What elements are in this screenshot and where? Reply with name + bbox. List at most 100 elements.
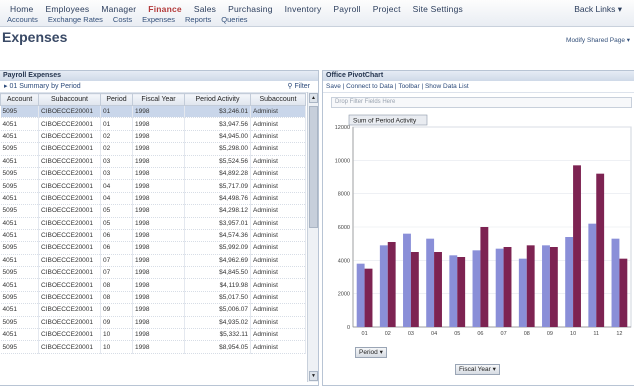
vertical-scrollbar[interactable]: ▲ ▼	[307, 92, 318, 382]
table-cell: Administ	[250, 241, 306, 255]
table-row[interactable]: 4051 CIBOECCE20001 02 1998 $4,945.00 Administ	[0, 130, 306, 144]
subnav-item-queries[interactable]: Queries	[216, 15, 252, 24]
table-cell: 10	[100, 328, 133, 342]
table-row[interactable]: 4051 CIBOECCE20001 06 1998 $4,574.36 Administ	[0, 229, 306, 243]
fiscal-year-field-button[interactable]: Fiscal Year ▾	[455, 364, 500, 375]
table-cell: CIBOECCE20001	[38, 278, 101, 292]
table-row[interactable]: 5095 CIBOECCE20001 07 1998 $4,845.50 Administ	[0, 266, 306, 280]
top-navigation: Home Employees Manager Finance Sales Purchasi…	[0, 0, 634, 27]
nav-item-home[interactable]: Home	[4, 4, 39, 14]
table-cell: CIBOECCE20001	[38, 254, 101, 268]
table-cell: Administ	[250, 167, 306, 181]
table-cell: CIBOECCE20001	[38, 291, 101, 305]
table-cell: 1998	[132, 303, 185, 317]
expenses-table: Account Subaccount Period Fiscal Year Period…	[0, 93, 306, 354]
column-header[interactable]: Fiscal Year	[132, 93, 185, 106]
nav-item-employees[interactable]: Employees	[39, 4, 95, 14]
table-cell: $4,298.12	[184, 204, 251, 218]
table-cell: 4051	[0, 328, 39, 342]
subnav-item-exchange-rates[interactable]: Exchange Rates	[43, 15, 108, 24]
bar-02-series-2	[387, 242, 396, 327]
bar-11-series-1	[588, 223, 597, 327]
bar-12-series-1	[611, 238, 620, 327]
table-row[interactable]: 5095 CIBOECCE20001 04 1998 $5,717.09 Administ	[0, 179, 306, 193]
nav-item-purchasing[interactable]: Purchasing	[222, 4, 279, 14]
table-cell: $4,945.00	[184, 130, 251, 144]
table-cell: 1998	[132, 117, 185, 131]
table-row[interactable]: 4051 CIBOECCE20001 01 1998 $3,947.56 Administ	[0, 117, 306, 131]
table-cell: 5095	[0, 204, 39, 218]
scroll-up-icon[interactable]: ▲	[309, 93, 318, 103]
subnav-item-costs[interactable]: Costs	[108, 15, 137, 24]
table-cell: 04	[100, 179, 133, 193]
nav-item-site-settings[interactable]: Site Settings	[407, 4, 469, 14]
table-cell: Administ	[250, 117, 306, 131]
table-cell: $5,524.56	[184, 155, 251, 168]
table-cell: $8,954.05	[184, 340, 251, 354]
table-cell: Administ	[250, 254, 306, 268]
nav-item-sales[interactable]: Sales	[188, 4, 222, 14]
column-header[interactable]: Period	[100, 93, 133, 106]
subnav-item-reports[interactable]: Reports	[180, 15, 216, 24]
bar-05-series-2	[457, 257, 466, 327]
table-cell: 01	[100, 105, 133, 119]
table-row[interactable]: 5095 CIBOECCE20001 01 1998 $3,246.01 Administ	[0, 105, 306, 119]
table-row[interactable]: 5095 CIBOECCE20001 06 1998 $5,992.09 Administ	[0, 241, 306, 255]
bar-10-series-1	[565, 237, 574, 327]
table-cell: CIBOECCE20001	[38, 179, 101, 193]
table-cell: 04	[100, 192, 133, 206]
x-tick-label: 02	[385, 331, 391, 337]
group-by-row[interactable]: ▸ 01 Summary by Period ⚲ Filter	[0, 81, 318, 93]
table-row[interactable]: 4051 CIBOECCE20001 04 1998 $4,498.76 Administ	[0, 192, 306, 206]
table-row[interactable]: 4051 CIBOECCE20001 05 1998 $3,957.01 Administ	[0, 217, 306, 230]
table-cell: CIBOECCE20001	[38, 167, 101, 181]
table-cell: Administ	[250, 291, 306, 305]
table-row[interactable]: 4051 CIBOECCE20001 10 1998 $5,332.11 Administ	[0, 328, 306, 342]
table-cell: 01	[100, 117, 133, 131]
subnav-item-expenses[interactable]: Expenses	[137, 15, 180, 24]
group-label[interactable]: ▸ 01 Summary by Period	[4, 83, 81, 90]
nav-item-manager[interactable]: Manager	[95, 4, 142, 14]
bar-11-series-2	[596, 173, 605, 327]
scroll-down-icon[interactable]: ▼	[309, 371, 318, 381]
table-cell: 4051	[0, 130, 39, 144]
table-row[interactable]: 5095 CIBOECCE20001 02 1998 $5,298.00 Administ	[0, 142, 306, 156]
table-cell: 1998	[132, 179, 185, 193]
nav-item-payroll[interactable]: Payroll	[327, 4, 366, 14]
table-row[interactable]: 5095 CIBOECCE20001 03 1998 $4,892.28 Administ	[0, 167, 306, 181]
nav-item-project[interactable]: Project	[367, 4, 407, 14]
table-row[interactable]: 5095 CIBOECCE20001 05 1998 $4,298.12 Administ	[0, 204, 306, 218]
table-cell: Administ	[250, 266, 306, 280]
column-header[interactable]: Period Activity	[184, 93, 251, 106]
table-cell: $5,006.07	[184, 303, 251, 317]
x-tick-label: 09	[547, 331, 553, 337]
scroll-thumb[interactable]	[309, 106, 318, 228]
main-menu: Home Employees Manager Finance Sales Purchasi…	[4, 4, 469, 14]
back-links[interactable]: Back Links ▾	[574, 4, 622, 15]
modify-shared-page-link[interactable]: Modify Shared Page ▾	[566, 36, 630, 44]
column-header[interactable]: Subaccount	[38, 93, 101, 106]
table-row[interactable]: 5095 CIBOECCE20001 09 1998 $4,935.02 Administ	[0, 316, 306, 330]
table-row[interactable]: 4051 CIBOECCE20001 03 1998 $5,524.56 Administ	[0, 155, 306, 168]
table-cell: $4,119.98	[184, 278, 251, 292]
table-row[interactable]: 4051 CIBOECCE20001 07 1998 $4,962.69 Administ	[0, 254, 306, 268]
period-field-button[interactable]: Period ▾	[355, 347, 387, 358]
filter-button[interactable]: ⚲ Filter	[287, 81, 310, 92]
bar-01-series-1	[356, 263, 365, 327]
subnav-item-accounts[interactable]: Accounts	[2, 15, 43, 24]
column-header[interactable]: Account	[0, 93, 39, 106]
nav-item-inventory[interactable]: Inventory	[279, 4, 328, 14]
table-row[interactable]: 5095 CIBOECCE20001 10 1998 $8,954.05 Administ	[0, 340, 306, 354]
nav-item-finance[interactable]: Finance	[142, 4, 188, 14]
x-tick-label: 12	[616, 331, 622, 337]
table-row[interactable]: 5095 CIBOECCE20001 08 1998 $5,017.50 Administ	[0, 291, 306, 305]
table-header-row: Account Subaccount Period Fiscal Year Period…	[0, 93, 306, 106]
column-header[interactable]: Subaccount	[250, 93, 306, 106]
table-cell: Administ	[250, 217, 306, 230]
y-tick-label: 6000	[338, 225, 350, 231]
table-cell: 4051	[0, 155, 39, 168]
pivot-bar-chart: 0 2000 4000 6000 8000 10000 12000Sum of Period…	[335, 114, 632, 337]
table-cell: 4051	[0, 278, 39, 292]
table-row[interactable]: 4051 CIBOECCE20001 08 1998 $4,119.98 Administ	[0, 278, 306, 292]
table-row[interactable]: 4051 CIBOECCE20001 09 1998 $5,006.07 Administ	[0, 303, 306, 317]
